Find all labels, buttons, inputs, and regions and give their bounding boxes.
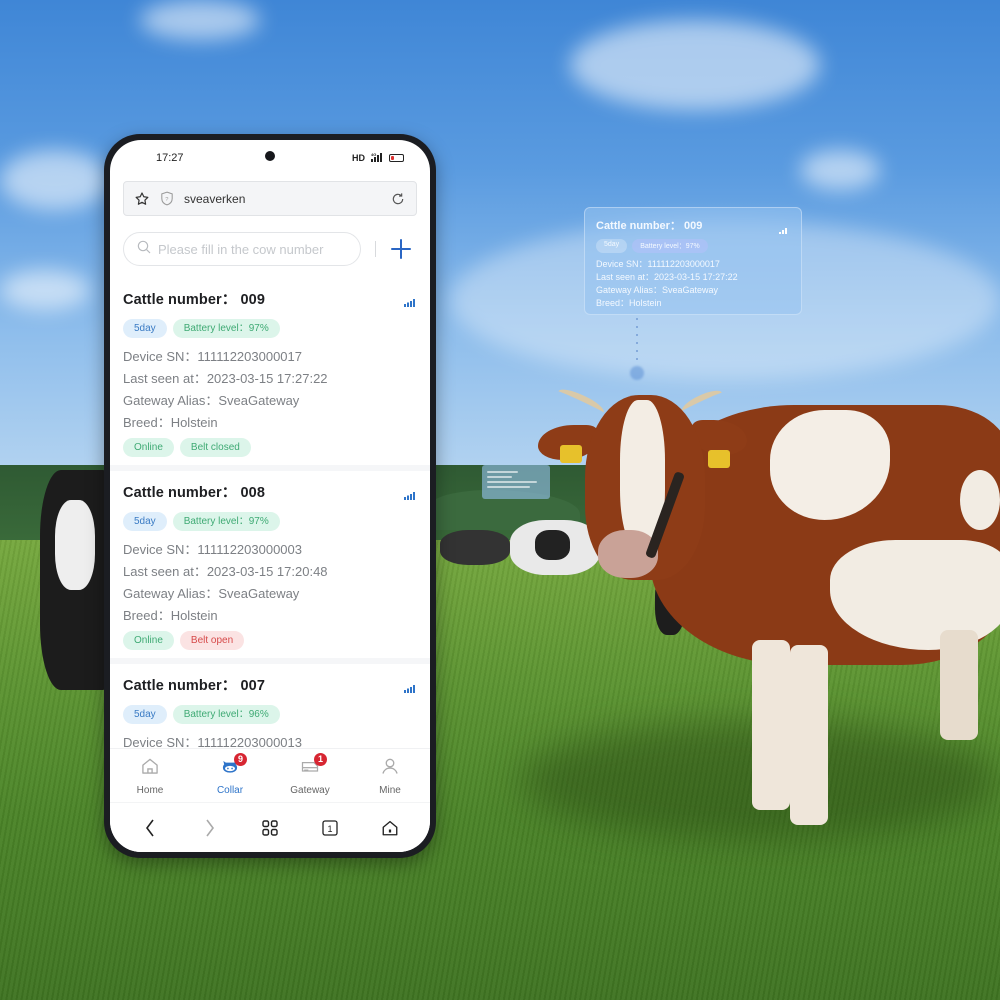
search-box[interactable]	[123, 232, 361, 266]
floating-cattle-info-card: Cattle number： 009 5day Battery level：97…	[584, 207, 802, 315]
tabs-count: 1	[328, 824, 333, 834]
tab-label: Mine	[379, 784, 401, 796]
floating-card-device-sn: Device SN：111112203000017	[596, 259, 720, 269]
gateway-alias: Gateway Alias：SveaGateway	[123, 586, 300, 601]
user-icon	[380, 756, 400, 781]
tab-label: Collar	[216, 784, 244, 796]
background-cow	[440, 530, 510, 565]
home-icon[interactable]	[370, 813, 410, 843]
cattle-number-title: Cattle number： 009	[123, 292, 266, 308]
star-icon[interactable]	[134, 191, 150, 207]
belt-status-tag: Belt open	[179, 631, 245, 650]
cloud	[140, 0, 260, 40]
signal-4g-icon: 4G	[371, 152, 383, 164]
online-status-tag: Online	[123, 631, 174, 650]
status-bar: 17:27 HD 4G	[110, 140, 430, 180]
tab-home[interactable]: Home	[110, 749, 190, 802]
cattle-number-title: Cattle number： 007	[123, 678, 266, 694]
online-status-tag: Online	[123, 438, 174, 457]
last-seen: Last seen at：2023-03-15 17:20:48	[123, 564, 328, 579]
search-row	[123, 232, 423, 266]
browser-address-bar[interactable]: ? sveaverken	[123, 181, 417, 216]
svg-text:4G: 4G	[371, 152, 376, 157]
device-sn: Device SN：111112203000013	[123, 735, 302, 748]
svg-text:?: ?	[165, 197, 168, 203]
cattle-card[interactable]: Cattle number： 007 5day Battery level：96…	[110, 664, 430, 748]
belt-status-tag: Belt closed	[179, 438, 251, 457]
cloud	[800, 150, 880, 190]
collar-badge: 9	[234, 753, 247, 766]
signal-icon	[779, 221, 789, 239]
cattle-list[interactable]: Cattle number： 009 5day Battery level：97…	[110, 278, 430, 748]
search-icon	[136, 239, 152, 260]
floating-card-last-seen: Last seen at：2023-03-15 17:27:22	[596, 272, 738, 282]
last-seen: Last seen at：2023-03-15 17:27:22	[123, 371, 328, 386]
connector-node	[630, 366, 644, 380]
bottom-tab-bar: Home 9 Collar 1 Gateway Mine	[110, 748, 430, 802]
floating-card-gateway: Gateway Alias：SveaGateway	[596, 285, 719, 295]
day-tag: 5day	[123, 319, 167, 338]
gateway-alias: Gateway Alias：SveaGateway	[123, 393, 300, 408]
battery-low-icon	[389, 154, 404, 162]
url-text[interactable]: sveaverken	[184, 192, 390, 206]
cloud	[0, 270, 90, 310]
battery-tag: Battery level：96%	[172, 705, 280, 724]
cattle-number-title: Cattle number： 008	[123, 485, 266, 501]
tab-label: Gateway	[290, 784, 330, 796]
tab-collar[interactable]: 9 Collar	[190, 749, 270, 802]
front-camera	[265, 151, 275, 161]
cow-number-search-input[interactable]	[158, 241, 348, 257]
breed: Breed：Holstein	[123, 415, 218, 430]
network-label: HD	[352, 153, 365, 163]
refresh-icon[interactable]	[390, 191, 406, 207]
back-icon[interactable]	[130, 813, 170, 843]
floating-card-breed: Breed：Holstein	[596, 298, 662, 308]
apps-grid-icon[interactable]	[250, 813, 290, 843]
cattle-card[interactable]: Cattle number： 008 5day Battery level：97…	[110, 471, 430, 664]
tab-gateway[interactable]: 1 Gateway	[270, 749, 350, 802]
forward-icon[interactable]	[190, 813, 230, 843]
day-tag: 5day	[123, 705, 167, 724]
phone-screen: 17:27 HD 4G ? sveaverken Please fill in …	[110, 140, 430, 852]
tab-mine[interactable]: Mine	[350, 749, 430, 802]
connector-dotted-line	[636, 318, 638, 364]
battery-tag: Battery level：97%	[172, 512, 280, 531]
status-time: 17:27	[156, 152, 184, 164]
mini-floating-card	[482, 465, 550, 499]
signal-strength-icon	[404, 294, 416, 312]
home-icon	[140, 756, 160, 781]
day-tag: 5day	[123, 512, 167, 531]
cloud	[570, 20, 820, 110]
phone-mockup: 17:27 HD 4G ? sveaverken Please fill in …	[104, 134, 436, 858]
floating-card-day-tag: 5day	[596, 239, 628, 253]
device-sn: Device SN：111112203000017	[123, 349, 302, 364]
floating-card-title: Cattle number： 009	[596, 220, 703, 232]
background-cow	[535, 530, 570, 560]
battery-tag: Battery level：97%	[172, 319, 280, 338]
signal-strength-icon	[404, 487, 416, 505]
device-sn: Device SN：111112203000003	[123, 542, 302, 557]
floating-card-battery-tag: Battery level：97%	[632, 239, 708, 253]
cattle-card[interactable]: Cattle number： 009 5day Battery level：97…	[110, 278, 430, 471]
cloud	[0, 150, 110, 210]
tab-label: Home	[136, 784, 164, 796]
shield-icon: ?	[160, 191, 174, 206]
browser-nav-bar: 1	[110, 802, 430, 852]
breed: Breed：Holstein	[123, 608, 218, 623]
plus-icon[interactable]	[390, 238, 412, 260]
gateway-badge: 1	[314, 753, 327, 766]
signal-strength-icon	[404, 680, 416, 698]
divider	[375, 241, 376, 257]
background-cow	[55, 500, 95, 590]
tabs-count-icon[interactable]: 1	[310, 813, 350, 843]
